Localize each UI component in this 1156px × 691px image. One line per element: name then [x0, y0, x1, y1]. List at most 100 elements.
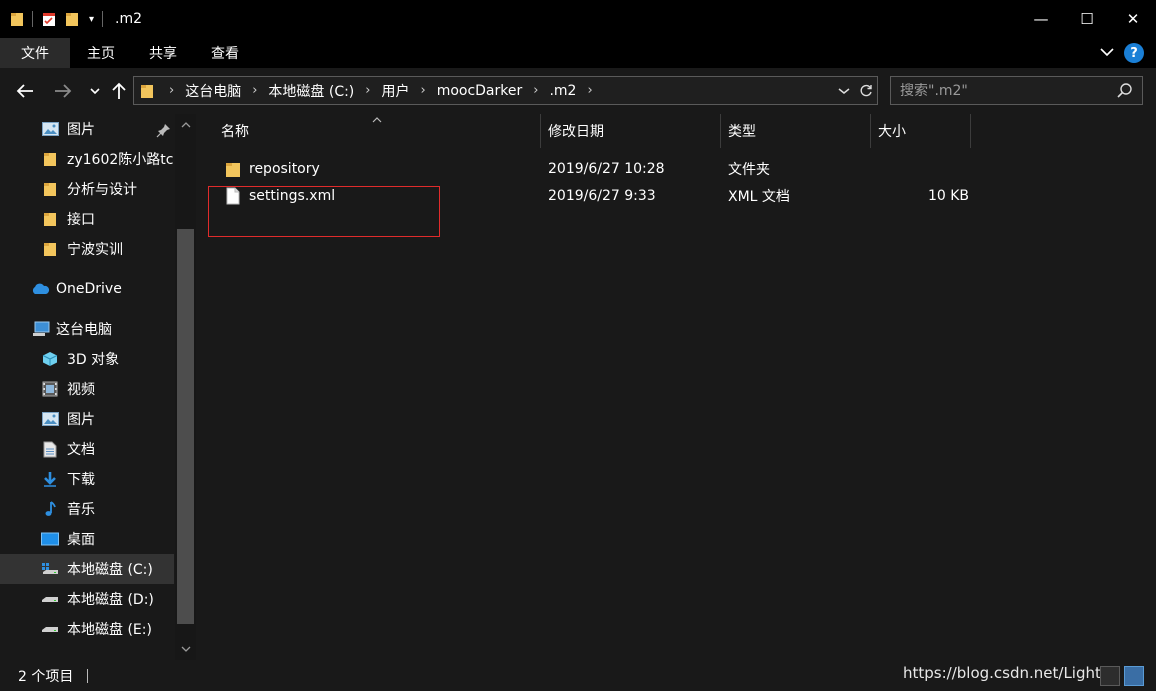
drive-icon — [41, 620, 59, 638]
breadcrumb-separator-icon[interactable]: › — [533, 83, 538, 98]
sidebar-item-music[interactable]: 音乐 — [0, 494, 174, 524]
breadcrumb-drive-c[interactable]: 本地磁盘 (C:) — [268, 81, 354, 101]
column-divider[interactable] — [970, 114, 971, 148]
file-date: 2019/6/27 9:33 — [548, 187, 656, 204]
breadcrumb-separator-icon[interactable]: › — [420, 83, 425, 98]
annotation-highlight-box — [208, 186, 440, 237]
sidebar-item-drive-c[interactable]: 本地磁盘 (C:) — [0, 554, 174, 584]
tab-file[interactable]: 文件 — [0, 38, 70, 68]
back-button[interactable] — [13, 79, 37, 103]
maximize-button[interactable]: ☐ — [1064, 0, 1110, 38]
search-box — [890, 76, 1143, 105]
sidebar-item-label: 本地磁盘 (D:) — [67, 592, 154, 608]
pictures-icon — [41, 120, 59, 138]
chevron-down-icon — [838, 87, 850, 94]
close-button[interactable]: ✕ — [1110, 0, 1156, 38]
sidebar-item-drive-d[interactable]: 本地磁盘 (D:) — [0, 584, 174, 614]
sidebar-item-label: 本地磁盘 (E:) — [67, 622, 152, 638]
sidebar-item-drive-e[interactable]: 本地磁盘 (E:) — [0, 614, 174, 644]
address-bar[interactable]: › 这台电脑 › 本地磁盘 (C:) › 用户 › moocDarker › .… — [133, 76, 878, 105]
breadcrumb-separator-icon[interactable]: › — [252, 83, 257, 98]
tab-view[interactable]: 查看 — [194, 38, 256, 68]
sidebar-item-3d-objects[interactable]: 3D 对象 — [0, 344, 174, 374]
file-size: 10 KB — [927, 187, 969, 204]
ribbon-tabs: 文件 主页 共享 查看 ? — [0, 38, 1156, 68]
drive-icon — [41, 590, 59, 608]
sidebar-item-interface[interactable]: 接口 — [0, 204, 174, 234]
breadcrumb-user-folder[interactable]: moocDarker — [437, 83, 523, 99]
breadcrumb-this-pc[interactable]: 这台电脑 — [185, 81, 241, 101]
help-button[interactable]: ? — [1124, 43, 1144, 63]
sidebar-item-desktop[interactable]: 桌面 — [0, 524, 174, 554]
sidebar-item-downloads[interactable]: 下载 — [0, 464, 174, 494]
view-toggle — [1100, 666, 1144, 686]
up-arrow-icon — [112, 82, 126, 99]
up-button[interactable] — [107, 79, 131, 103]
breadcrumb-separator-icon[interactable]: › — [365, 83, 370, 98]
watermark-text: https://blog.csdn.net/LightMi — [903, 664, 1118, 682]
scrollbar-thumb[interactable] — [177, 229, 194, 624]
customize-toolbar-icon[interactable]: ▾ — [89, 14, 94, 25]
toolbar-divider — [102, 11, 104, 27]
column-header-name[interactable]: 名称 — [214, 114, 539, 148]
sidebar-item-documents[interactable]: 文档 — [0, 434, 174, 464]
sidebar-item-label: 宁波实训 — [67, 242, 123, 258]
forward-arrow-icon — [55, 84, 72, 98]
sidebar-item-label: 图片 — [67, 122, 95, 138]
sidebar-item-label: 文档 — [67, 442, 95, 458]
breadcrumb-users[interactable]: 用户 — [381, 81, 409, 101]
refresh-button[interactable] — [855, 77, 877, 104]
file-type: 文件夹 — [728, 161, 770, 178]
column-header-type[interactable]: 类型 — [721, 114, 869, 148]
sidebar-item-pictures[interactable]: 图片 — [0, 404, 174, 434]
pin-icon[interactable] — [156, 122, 172, 138]
sidebar-item-zy1602[interactable]: zy1602陈小路tc — [0, 144, 174, 174]
address-history-button[interactable] — [833, 77, 855, 104]
file-list: 名称 修改日期 类型 大小 repository 2019/6/27 10:28… — [197, 114, 1156, 660]
breadcrumb-current-folder[interactable]: .m2 — [549, 83, 576, 99]
sidebar-item-ningbo-training[interactable]: 宁波实训 — [0, 234, 174, 264]
column-header-size[interactable]: 大小 — [871, 114, 969, 148]
quick-access-toolbar: ▾ .m2 — [0, 0, 142, 38]
large-icons-view-button[interactable] — [1124, 666, 1144, 686]
folder-icon — [41, 210, 59, 228]
sidebar-scrollbar[interactable] — [175, 114, 196, 660]
toolbar-divider — [32, 11, 33, 27]
sidebar-item-videos[interactable]: 视频 — [0, 374, 174, 404]
chevron-down-icon — [90, 88, 100, 95]
tab-home[interactable]: 主页 — [70, 38, 132, 68]
expand-ribbon-icon[interactable] — [1100, 45, 1114, 61]
sidebar-item-label: 3D 对象 — [67, 352, 120, 368]
item-count: 2 个项目 — [18, 668, 74, 685]
folder-icon — [10, 11, 24, 27]
search-icon[interactable] — [1116, 82, 1134, 100]
videos-icon — [41, 380, 59, 398]
new-folder-icon[interactable] — [65, 11, 81, 27]
minimize-button[interactable]: — — [1018, 0, 1064, 38]
scroll-up-icon[interactable] — [175, 116, 196, 134]
sidebar-item-pictures-pinned[interactable]: 图片 — [0, 114, 174, 144]
scroll-down-icon[interactable] — [175, 640, 196, 658]
tab-share[interactable]: 共享 — [132, 38, 194, 68]
properties-icon[interactable] — [41, 11, 57, 27]
folder-icon — [41, 180, 59, 198]
3d-objects-icon — [41, 350, 59, 368]
refresh-icon — [860, 84, 872, 96]
breadcrumb-separator-icon[interactable]: › — [169, 83, 174, 98]
navigation-pane: 图片 zy1602陈小路tc 分析与设计 接口 宁波实训 OneDrive 这台… — [0, 114, 197, 660]
search-input[interactable] — [900, 82, 1105, 99]
file-name: repository — [249, 160, 320, 177]
sidebar-item-label: 本地磁盘 (C:) — [67, 562, 153, 578]
sidebar-item-analysis-design[interactable]: 分析与设计 — [0, 174, 174, 204]
details-view-button[interactable] — [1100, 666, 1120, 686]
sidebar-item-onedrive[interactable]: OneDrive — [0, 274, 174, 304]
sidebar-item-label: zy1602陈小路tc — [67, 152, 174, 168]
table-row[interactable]: repository 2019/6/27 10:28 文件夹 — [205, 155, 965, 182]
breadcrumb-separator-icon[interactable]: › — [587, 83, 592, 98]
sidebar-item-label: 下载 — [67, 472, 95, 488]
column-header-date[interactable]: 修改日期 — [541, 114, 719, 148]
sidebar-item-this-pc[interactable]: 这台电脑 — [0, 314, 174, 344]
window-controls: — ☐ ✕ — [1018, 0, 1156, 38]
recent-locations-button[interactable] — [83, 79, 107, 103]
forward-button[interactable] — [51, 79, 75, 103]
